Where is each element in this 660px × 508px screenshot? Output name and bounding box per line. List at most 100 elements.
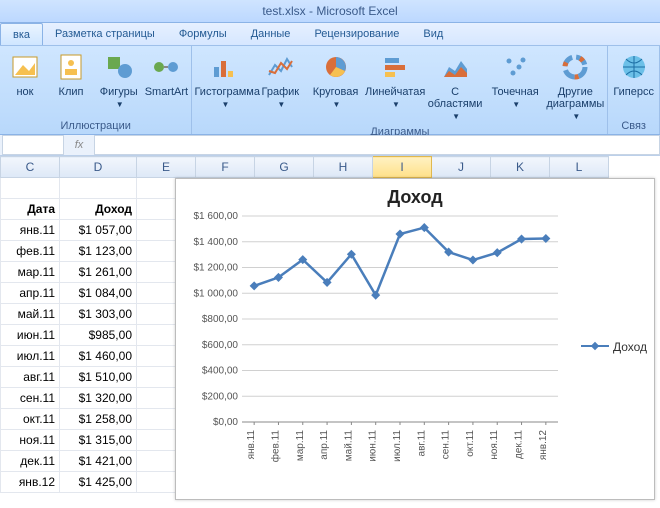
- name-box[interactable]: [2, 135, 64, 155]
- chart[interactable]: Доход $0,00$200,00$400,00$600,00$800,00$…: [175, 178, 655, 500]
- svg-text:$400,00: $400,00: [202, 366, 239, 377]
- cell-value[interactable]: $1 303,00: [60, 304, 137, 325]
- cell-value[interactable]: $1 123,00: [60, 241, 137, 262]
- cell-date[interactable]: авг.11: [1, 367, 60, 388]
- smartart-button[interactable]: SmartArt: [143, 48, 189, 119]
- cell-date[interactable]: ноя.11: [1, 430, 60, 451]
- svg-text:$600,00: $600,00: [202, 340, 239, 351]
- column-button[interactable]: Гистограмма ▼: [194, 48, 254, 125]
- shapes-button[interactable]: Фигуры ▼: [94, 48, 143, 119]
- cell-value[interactable]: $1 320,00: [60, 388, 137, 409]
- cell-date[interactable]: дек.11: [1, 451, 60, 472]
- group-label: Иллюстрации: [2, 119, 189, 134]
- pie-icon: [319, 50, 353, 84]
- chevron-down-icon: ▼: [333, 99, 341, 111]
- window-title: test.xlsx - Microsoft Excel: [262, 4, 397, 18]
- cell-date[interactable]: янв.12: [1, 472, 60, 493]
- cell-value[interactable]: $985,00: [60, 325, 137, 346]
- cell-value[interactable]: $1 425,00: [60, 472, 137, 493]
- cell-date[interactable]: июн.11: [1, 325, 60, 346]
- chevron-down-icon: ▼: [116, 99, 124, 111]
- pie-button[interactable]: Круговая ▼: [306, 48, 365, 125]
- clip-icon: [54, 50, 88, 84]
- cell-date[interactable]: сен.11: [1, 388, 60, 409]
- tab-вка[interactable]: вка: [0, 23, 43, 45]
- svg-text:ноя.11: ноя.11: [489, 430, 500, 460]
- fx-icon[interactable]: fx: [64, 139, 94, 151]
- svg-text:$0,00: $0,00: [213, 417, 238, 428]
- cell-value[interactable]: $1 460,00: [60, 346, 137, 367]
- cell-header-income[interactable]: Доход: [60, 199, 137, 220]
- cell-value[interactable]: $1 258,00: [60, 409, 137, 430]
- area-icon: [438, 50, 472, 84]
- title-bar: test.xlsx - Microsoft Excel: [0, 0, 660, 23]
- col-header-D[interactable]: D: [60, 157, 137, 178]
- ribbon-group-Диаграммы: Гистограмма ▼График ▼Круговая ▼Линейчата…: [192, 46, 608, 134]
- area-button[interactable]: Собластями ▼: [425, 48, 485, 125]
- chevron-down-icon: ▼: [222, 99, 230, 111]
- col-header-C[interactable]: C: [1, 157, 60, 178]
- chart-title: Доход: [176, 179, 654, 212]
- cell-value[interactable]: $1 261,00: [60, 262, 137, 283]
- cell-date[interactable]: апр.11: [1, 283, 60, 304]
- scatter-button[interactable]: Точечная ▼: [485, 48, 545, 125]
- chevron-down-icon: ▼: [452, 111, 460, 123]
- cell-header-date[interactable]: Дата: [1, 199, 60, 220]
- cell-date[interactable]: май.11: [1, 304, 60, 325]
- hyperlink-button[interactable]: Гиперсс: [610, 48, 657, 119]
- formula-bar: fx: [0, 135, 660, 156]
- picture-button[interactable]: нок: [2, 48, 48, 119]
- col-header-F[interactable]: F: [196, 157, 255, 178]
- col-header-E[interactable]: E: [137, 157, 196, 178]
- picture-icon: [8, 50, 42, 84]
- shapes-icon: [102, 50, 136, 84]
- cell[interactable]: [60, 178, 137, 199]
- bar-button[interactable]: Линейчатая ▼: [365, 48, 425, 125]
- clip-button[interactable]: Клип: [48, 48, 94, 119]
- col-header-G[interactable]: G: [255, 157, 314, 178]
- ribbon-group-Иллюстрации: нок Клип Фигуры ▼SmartArtИллюстрации: [0, 46, 192, 134]
- line-button[interactable]: График ▼: [255, 48, 307, 125]
- chevron-down-icon: ▼: [277, 99, 285, 111]
- col-header-J[interactable]: J: [432, 157, 491, 178]
- other-icon: [558, 50, 592, 84]
- cell-date[interactable]: янв.11: [1, 220, 60, 241]
- tab-Разметка-страницы[interactable]: Разметка страницы: [43, 23, 167, 45]
- svg-text:мар.11: мар.11: [295, 430, 306, 462]
- column-label: Гистограмма ▼: [194, 86, 254, 111]
- chart-svg: $0,00$200,00$400,00$600,00$800,00$1 000,…: [184, 212, 564, 482]
- svg-text:$1 400,00: $1 400,00: [194, 237, 239, 248]
- hyperlink-icon: [617, 50, 651, 84]
- col-header-I[interactable]: I: [373, 157, 432, 178]
- cell-value[interactable]: $1 421,00: [60, 451, 137, 472]
- tab-Формулы[interactable]: Формулы: [167, 23, 239, 45]
- chevron-down-icon: ▼: [512, 99, 520, 111]
- svg-text:май.11: май.11: [343, 430, 354, 462]
- pie-label: Круговая ▼: [309, 86, 362, 111]
- cell-value[interactable]: $1 057,00: [60, 220, 137, 241]
- cell-date[interactable]: июл.11: [1, 346, 60, 367]
- cell-value[interactable]: $1 084,00: [60, 283, 137, 304]
- cell-date[interactable]: фев.11: [1, 241, 60, 262]
- clip-label: Клип: [59, 86, 84, 98]
- svg-text:сен.11: сен.11: [441, 430, 452, 460]
- cell-value[interactable]: $1 510,00: [60, 367, 137, 388]
- tab-Рецензирование[interactable]: Рецензирование: [302, 23, 411, 45]
- col-header-H[interactable]: H: [314, 157, 373, 178]
- cell-date[interactable]: мар.11: [1, 262, 60, 283]
- cell-date[interactable]: окт.11: [1, 409, 60, 430]
- cell[interactable]: [1, 178, 60, 199]
- line-label: График ▼: [258, 86, 304, 111]
- hyperlink-label: Гиперсс: [613, 86, 654, 98]
- tab-Вид[interactable]: Вид: [411, 23, 455, 45]
- chevron-down-icon: ▼: [392, 99, 400, 111]
- svg-text:фев.11: фев.11: [269, 430, 281, 463]
- svg-text:$1 000,00: $1 000,00: [194, 288, 239, 299]
- tab-Данные[interactable]: Данные: [239, 23, 303, 45]
- cell-value[interactable]: $1 315,00: [60, 430, 137, 451]
- other-button[interactable]: Другиедиаграммы ▼: [545, 48, 605, 125]
- col-header-L[interactable]: L: [550, 157, 609, 178]
- formula-input[interactable]: [94, 135, 660, 155]
- shapes-label: Фигуры ▼: [97, 86, 140, 111]
- col-header-K[interactable]: K: [491, 157, 550, 178]
